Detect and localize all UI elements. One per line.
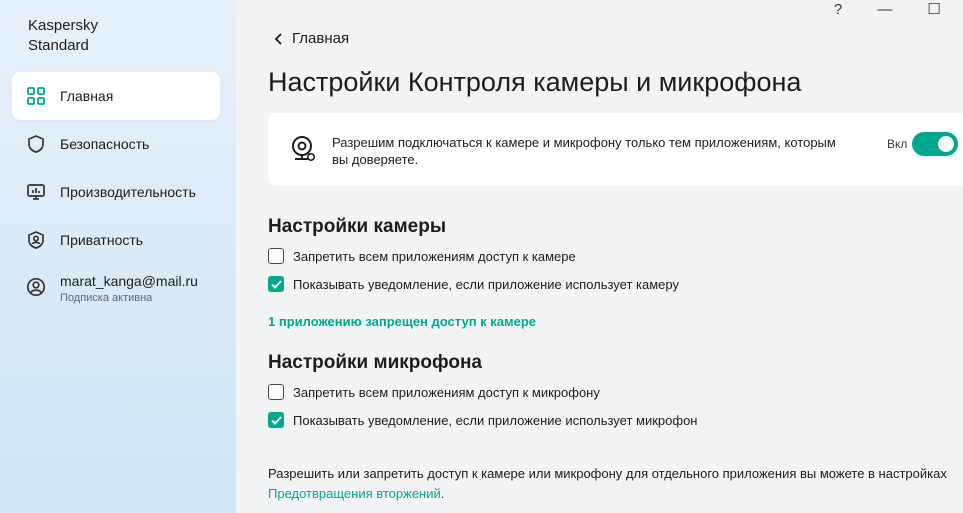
- footer-note-text: Разрешить или запретить доступ к камере …: [268, 466, 947, 481]
- monitor-icon: [26, 182, 46, 202]
- toggle-knob: [938, 136, 954, 152]
- subscription-status: Подписка активна: [60, 292, 153, 304]
- footer-note: Разрешить или запретить доступ к камере …: [268, 464, 948, 504]
- sidebar-item-performance[interactable]: Производительность: [12, 168, 220, 216]
- help-button[interactable]: ?: [823, 0, 853, 18]
- microphone-settings-heading: Настройки микрофона: [268, 352, 483, 373]
- camera-block-all-option[interactable]: Запретить всем приложениям доступ к каме…: [268, 248, 576, 264]
- checkbox[interactable]: [268, 248, 284, 264]
- sidebar-item-label: Главная: [60, 88, 114, 104]
- sidebar-item-label: Приватность: [60, 232, 144, 248]
- feature-description: Разрешим подключаться к камере и микрофо…: [332, 135, 836, 167]
- minimize-button[interactable]: —: [870, 0, 900, 18]
- back-button[interactable]: Главная: [274, 30, 349, 47]
- feature-toggle[interactable]: [912, 132, 958, 156]
- checkbox-checked[interactable]: [268, 412, 284, 428]
- app-brand: Kaspersky Standard: [28, 16, 98, 56]
- sidebar: Kaspersky Standard Главная Безопасность …: [0, 0, 236, 513]
- microphone-notify-option[interactable]: Показывать уведомление, если приложение …: [268, 412, 697, 428]
- shield-icon: [26, 134, 46, 154]
- home-grid-icon: [26, 86, 46, 106]
- chevron-left-icon: [274, 32, 282, 45]
- account-item[interactable]: marat_kanga@mail.ru Подписка активна: [12, 268, 220, 312]
- back-label: Главная: [292, 30, 350, 47]
- sidebar-item-security[interactable]: Безопасность: [12, 120, 220, 168]
- brand-line-1: Kaspersky: [28, 17, 99, 34]
- account-email: marat_kanga@mail.ru: [60, 273, 198, 289]
- camera-notify-option[interactable]: Показывать уведомление, если приложение …: [268, 276, 679, 292]
- sidebar-item-home[interactable]: Главная: [12, 72, 220, 120]
- maximize-button[interactable]: ☐: [919, 0, 949, 18]
- footer-note-end: .: [440, 486, 445, 501]
- toggle-state-label: Вкл: [887, 137, 908, 151]
- checkmark-icon: [270, 415, 282, 425]
- checkmark-icon: [270, 279, 282, 289]
- microphone-block-all-option[interactable]: Запретить всем приложениям доступ к микр…: [268, 384, 600, 400]
- camera-blocked-apps-link[interactable]: 1 приложению запрещен доступ к камере: [268, 314, 536, 329]
- sidebar-item-label: Производительность: [60, 184, 196, 200]
- feature-card: Разрешим подключаться к камере и микрофо…: [268, 113, 963, 186]
- option-label: Запретить всем приложениям доступ к микр…: [293, 384, 600, 400]
- page-title: Настройки Контроля камеры и микрофона: [268, 67, 802, 97]
- checkbox[interactable]: [268, 384, 284, 400]
- privacy-shield-icon: [26, 230, 46, 250]
- webcam-icon: [290, 135, 316, 163]
- sidebar-item-privacy[interactable]: Приватность: [12, 216, 220, 264]
- camera-settings-heading: Настройки камеры: [268, 216, 447, 237]
- option-label: Запретить всем приложениям доступ к каме…: [293, 248, 576, 264]
- option-label: Показывать уведомление, если приложение …: [293, 412, 698, 428]
- intrusion-prevention-link[interactable]: Предотвращения вторжений: [268, 486, 441, 501]
- option-label: Показывать уведомление, если приложение …: [293, 276, 679, 292]
- checkbox-checked[interactable]: [268, 276, 284, 292]
- brand-line-2: Standard: [28, 37, 89, 54]
- sidebar-item-label: Безопасность: [60, 136, 150, 152]
- user-icon: [26, 277, 46, 297]
